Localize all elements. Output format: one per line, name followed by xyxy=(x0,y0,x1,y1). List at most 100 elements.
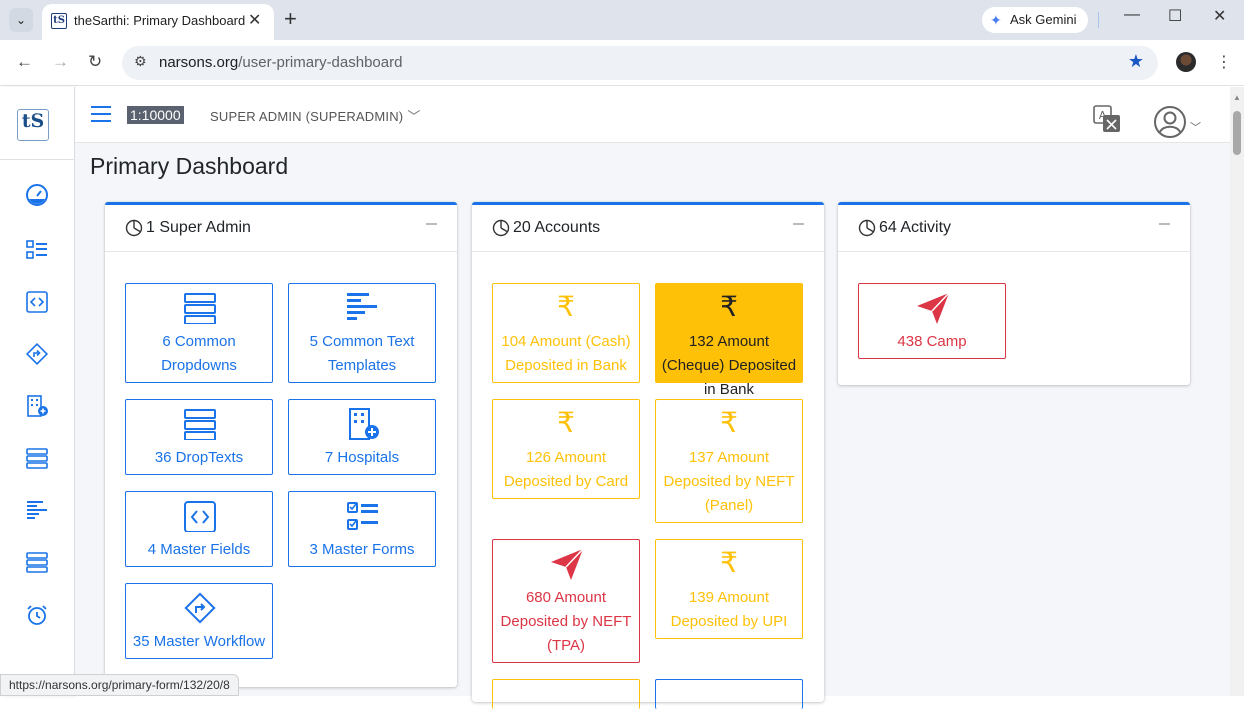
tile-amount-card[interactable]: ₹ 126 Amount Deposited by Card xyxy=(492,399,640,499)
scale-badge: 1:10000 xyxy=(127,106,184,124)
sidebar: tS xyxy=(0,87,75,696)
new-tab-icon[interactable]: + xyxy=(284,6,297,32)
card-header: 20 Accounts xyxy=(472,205,824,252)
paper-plane-icon xyxy=(917,292,950,324)
close-tab-icon[interactable]: ✕ xyxy=(248,10,261,30)
hospital-icon[interactable] xyxy=(25,394,49,418)
card-title: 1 Super Admin xyxy=(146,219,251,236)
tile-label: 36 DropTexts xyxy=(154,449,244,466)
card-header: 1 Super Admin xyxy=(105,205,457,252)
browser-menu-icon[interactable]: ⋮ xyxy=(1216,52,1232,72)
text-templates-icon[interactable] xyxy=(25,498,49,522)
tile-partial[interactable] xyxy=(655,679,803,709)
pie-chart-icon xyxy=(125,219,143,237)
page-scrollbar[interactable]: ▲ xyxy=(1230,87,1244,696)
tab-title: theSarthi: Primary Dashboard xyxy=(74,13,246,28)
user-avatar-icon[interactable] xyxy=(1153,105,1187,139)
tile-amount-cheque[interactable]: ₹ 132 Amount (Cheque) Deposited in Bank xyxy=(655,283,803,398)
tile-master-forms[interactable]: 3 Master Forms xyxy=(288,491,436,567)
scroll-up-icon[interactable]: ▲ xyxy=(1233,93,1241,102)
profile-avatar[interactable] xyxy=(1176,52,1196,72)
hamburger-menu-icon[interactable] xyxy=(91,106,111,122)
tile-master-workflow[interactable]: 35 Master Workflow xyxy=(125,583,273,659)
scrollbar-thumb[interactable] xyxy=(1233,111,1241,155)
chevron-down-icon: ﹀ xyxy=(407,109,421,124)
rupee-icon: ₹ xyxy=(557,407,575,438)
checklist-icon[interactable] xyxy=(25,238,49,262)
tile-label: 137 Amount Deposited by NEFT (Panel) xyxy=(663,449,795,514)
text-templates-icon xyxy=(347,293,377,320)
gemini-sparkle-icon: ✦ xyxy=(990,12,1002,28)
close-window-icon[interactable]: ✕ xyxy=(1213,6,1226,26)
tile-label: 104 Amount (Cash) Deposited in Bank xyxy=(501,333,631,374)
rupee-icon: ₹ xyxy=(720,547,738,578)
tile-amount-cash[interactable]: ₹ 104 Amount (Cash) Deposited in Bank xyxy=(492,283,640,383)
code-box-icon xyxy=(184,501,216,532)
app-logo[interactable]: tS xyxy=(17,109,49,141)
bookmark-star-icon[interactable]: ★ xyxy=(1128,51,1144,72)
droptexts-icon xyxy=(184,409,216,440)
divider xyxy=(0,159,75,160)
back-icon[interactable]: ← xyxy=(16,52,33,72)
workflow-diamond-icon[interactable] xyxy=(25,342,49,366)
forward-icon[interactable]: → xyxy=(52,52,69,72)
tile-amount-neft-panel[interactable]: ₹ 137 Amount Deposited by NEFT (Panel) xyxy=(655,399,803,523)
ask-gemini-button[interactable]: ✦ Ask Gemini xyxy=(982,7,1088,33)
tile-label: 4 Master Fields xyxy=(147,541,251,558)
dropdown-list-icon xyxy=(184,293,216,324)
favicon: tS xyxy=(51,13,67,29)
pie-chart-icon xyxy=(858,219,876,237)
main-content: Primary Dashboard 1 Super Admin 6 Common… xyxy=(75,143,1230,709)
translate-icon[interactable]: A xyxy=(1093,105,1121,133)
omnibox[interactable]: ⚙ narsons.org/user-primary-dashboard ★ xyxy=(122,46,1158,80)
tile-master-fields[interactable]: 4 Master Fields xyxy=(125,491,273,567)
reload-icon[interactable]: ↻ xyxy=(88,52,102,72)
rupee-icon: ₹ xyxy=(720,407,738,438)
tile-camp[interactable]: 438 Camp xyxy=(858,283,1006,359)
card-title: 20 Accounts xyxy=(513,219,601,236)
card-title: 64 Activity xyxy=(879,219,952,236)
workflow-diamond-icon xyxy=(184,592,216,624)
tile-label: 680 Amount Deposited by NEFT (TPA) xyxy=(500,589,632,654)
divider xyxy=(1098,12,1099,28)
dropdown-list-icon[interactable] xyxy=(25,446,49,470)
role-selector[interactable]: SUPER ADMIN (SUPERADMIN) ﹀ xyxy=(210,106,421,125)
tile-label: 35 Master Workflow xyxy=(132,633,266,650)
site-info-icon[interactable]: ⚙ xyxy=(134,53,147,70)
tab-search-chevron-icon[interactable]: ⌄ xyxy=(9,8,33,32)
tile-droptexts[interactable]: 36 DropTexts xyxy=(125,399,273,475)
tile-common-text-templates[interactable]: 5 Common Text Templates xyxy=(288,283,436,383)
collapse-icon[interactable] xyxy=(426,223,437,225)
droptexts-icon[interactable] xyxy=(25,550,49,574)
pie-chart-icon xyxy=(492,219,510,237)
tile-label: 126 Amount Deposited by Card xyxy=(503,449,629,490)
app-header: 1:10000 SUPER ADMIN (SUPERADMIN) ﹀ A ﹀ xyxy=(75,87,1230,143)
ask-gemini-label: Ask Gemini xyxy=(1010,12,1077,27)
tile-common-dropdowns[interactable]: 6 Common Dropdowns xyxy=(125,283,273,383)
browser-tab[interactable]: tS theSarthi: Primary Dashboard ✕ xyxy=(42,4,274,40)
address-bar-row: ← → ↻ ⚙ narsons.org/user-primary-dashboa… xyxy=(0,40,1244,86)
tile-hospitals[interactable]: 7 Hospitals xyxy=(288,399,436,475)
tile-amount-neft-tpa[interactable]: 680 Amount Deposited by NEFT (TPA) xyxy=(492,539,640,663)
tile-amount-upi[interactable]: ₹ 139 Amount Deposited by UPI xyxy=(655,539,803,639)
tile-label: 132 Amount (Cheque) Deposited in Bank xyxy=(661,333,797,398)
collapse-icon[interactable] xyxy=(1159,223,1170,225)
code-box-icon[interactable] xyxy=(25,290,49,314)
tile-partial[interactable] xyxy=(492,679,640,709)
card-accounts: 20 Accounts ₹ 104 Amount (Cash) Deposite… xyxy=(472,202,824,709)
tile-label: 5 Common Text Templates xyxy=(309,333,415,374)
collapse-icon[interactable] xyxy=(793,223,804,225)
url-text[interactable]: narsons.org/user-primary-dashboard xyxy=(159,54,402,71)
user-menu-chevron-icon[interactable]: ﹀ xyxy=(1190,119,1201,135)
page-title: Primary Dashboard xyxy=(90,153,289,179)
minimize-icon[interactable]: — xyxy=(1124,6,1140,24)
rupee-icon: ₹ xyxy=(720,291,738,322)
tile-label: 438 Camp xyxy=(897,333,967,350)
alarm-clock-icon[interactable] xyxy=(25,603,49,627)
maximize-icon[interactable]: ☐ xyxy=(1168,6,1182,26)
dashboard-gauge-icon[interactable] xyxy=(25,183,49,207)
status-url-tooltip: https://narsons.org/primary-form/132/20/… xyxy=(0,674,239,696)
tile-label: 139 Amount Deposited by UPI xyxy=(670,589,788,630)
browser-titlebar: ⌄ tS theSarthi: Primary Dashboard ✕ + ✦ … xyxy=(0,0,1244,40)
tile-label: 6 Common Dropdowns xyxy=(161,333,237,374)
